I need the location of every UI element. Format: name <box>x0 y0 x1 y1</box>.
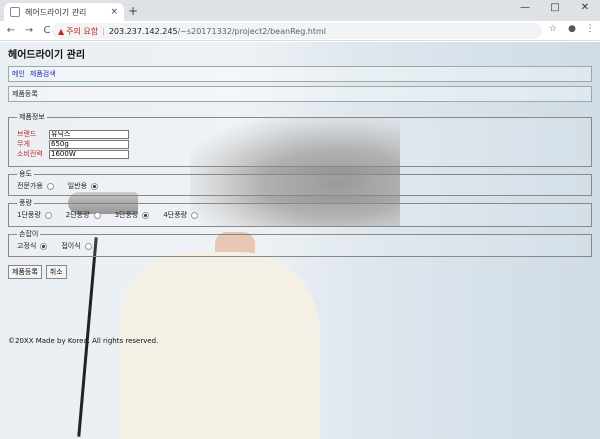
handle-radio-fixed[interactable] <box>40 242 48 250</box>
section-header: 제품등록 <box>8 86 592 102</box>
weight-row: 무게 <box>17 139 583 149</box>
browser-toolbar: ← → C ▲ 주의 요함 | 203.237.142.245 /~s20171… <box>0 21 600 41</box>
wind-option-label: 4단풍량 <box>163 211 188 219</box>
usage-option-pro: 전문가용 <box>17 181 54 191</box>
usage-radio-pro[interactable] <box>46 182 54 190</box>
brand-label: 브랜드 <box>17 130 37 138</box>
address-bar[interactable]: ▲ 주의 요함 | 203.237.142.245 /~s20171332/pr… <box>52 23 542 39</box>
security-warning[interactable]: 주의 요함 <box>66 26 98 37</box>
menu-link-search[interactable]: 제품검색 <box>30 69 56 79</box>
tab-title: 헤어드라이기 관리 <box>25 7 87 17</box>
power-row: 소비전력 <box>17 149 583 159</box>
power-label: 소비전력 <box>17 150 43 158</box>
wind-option-3: 3단풍량 <box>115 210 150 220</box>
browser-menu-icon[interactable]: ⋮ <box>584 24 596 34</box>
submit-button[interactable]: 제품등록 <box>8 265 42 279</box>
usage-option-label: 전문가용 <box>17 182 43 190</box>
power-input[interactable] <box>49 149 129 159</box>
profile-icon[interactable]: ● <box>566 24 578 34</box>
usage-fieldset: 용도 전문가용 일반용 <box>8 169 592 196</box>
wind-option-2: 2단풍량 <box>66 210 101 220</box>
wind-option-4: 4단풍량 <box>163 210 199 220</box>
wind-radio-1[interactable] <box>44 211 52 219</box>
url-path: /~s20171332/project2/beanReg.html <box>177 26 327 36</box>
wind-radio-2[interactable] <box>93 211 101 219</box>
wind-fieldset: 풍량 1단풍량 2단풍량 3단풍량 4단풍량 <box>8 198 592 227</box>
form-buttons: 제품등록 취소 <box>8 265 592 279</box>
usage-legend: 용도 <box>19 170 32 178</box>
usage-radio-general[interactable] <box>91 182 99 190</box>
minimize-icon[interactable]: — <box>510 0 540 16</box>
cancel-button[interactable]: 취소 <box>45 265 67 279</box>
url-host: 203.237.142.245 <box>108 26 178 36</box>
brand-row: 브랜드 <box>17 129 583 139</box>
handle-option-fixed: 고정식 <box>17 241 48 251</box>
menu-link-main[interactable]: 메인 <box>12 69 25 79</box>
background-robe-image <box>120 252 320 439</box>
new-tab-button[interactable]: + <box>128 3 138 19</box>
handle-option-label: 접이식 <box>61 242 81 250</box>
wind-option-label: 3단풍량 <box>114 211 139 219</box>
handle-fieldset: 손잡이 고정식 접이식 <box>8 229 592 257</box>
page-icon <box>10 7 20 17</box>
product-info-fieldset: 제품정보 브랜드 무게 소비전력 <box>8 112 592 167</box>
bookmark-star-icon[interactable]: ☆ <box>547 24 559 34</box>
usage-option-general: 일반용 <box>67 181 99 191</box>
page-body: 헤어드라이기 관리 메인 제품검색 제품등록 제품정보 브랜드 무게 소비전력 … <box>0 42 600 439</box>
window-close-icon[interactable]: ✕ <box>570 0 600 16</box>
brand-input[interactable] <box>49 129 129 139</box>
handle-legend: 손잡이 <box>19 230 39 238</box>
warning-icon: ▲ <box>58 26 65 36</box>
wind-legend: 풍량 <box>19 199 32 207</box>
weight-input[interactable] <box>49 139 129 149</box>
nav-menu: 메인 제품검색 <box>8 66 592 82</box>
wind-radio-4[interactable] <box>191 211 199 219</box>
handle-option-label: 고정식 <box>17 242 37 250</box>
browser-tab[interactable]: 헤어드라이기 관리 × <box>4 3 124 21</box>
close-tab-icon[interactable]: × <box>110 7 118 17</box>
wind-option-label: 2단풍량 <box>65 211 90 219</box>
wind-option-1: 1단풍량 <box>17 210 52 220</box>
back-icon[interactable]: ← <box>4 25 18 36</box>
wind-radio-3[interactable] <box>142 211 150 219</box>
wind-option-label: 1단풍량 <box>17 211 41 219</box>
forward-icon[interactable]: → <box>22 25 36 36</box>
maximize-icon[interactable]: □ <box>540 0 570 16</box>
handle-radio-folding[interactable] <box>84 242 92 250</box>
page-title: 헤어드라이기 관리 <box>8 50 86 61</box>
footer-copyright: ©20XX Made by Korea. All rights reserved… <box>8 337 159 345</box>
divider: | <box>102 26 105 36</box>
tab-strip: 헤어드라이기 관리 × + — □ ✕ <box>0 0 600 21</box>
handle-option-folding: 접이식 <box>61 241 92 251</box>
product-info-legend: 제품정보 <box>19 113 45 121</box>
weight-label: 무게 <box>17 140 30 148</box>
usage-option-label: 일반용 <box>67 182 88 190</box>
